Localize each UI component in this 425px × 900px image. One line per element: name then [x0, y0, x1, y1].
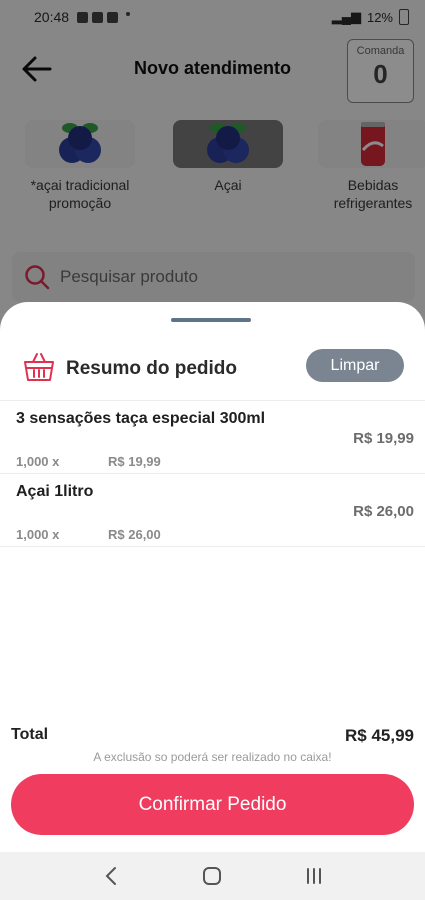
sheet-drag-handle[interactable]: [171, 318, 251, 322]
item-total: R$ 19,99: [353, 430, 414, 447]
item-name: 3 sensações taça especial 300ml: [16, 410, 266, 427]
item-unit-price: R$ 19,99: [108, 454, 161, 469]
total-label: Total: [11, 726, 49, 743]
item-quantity: 1,000 x: [16, 527, 60, 542]
item-unit-price: R$ 26,00: [108, 527, 161, 542]
total-value: R$ 45,99: [345, 726, 414, 745]
nav-home-icon[interactable]: [197, 861, 227, 891]
item-name: Açai 1litro: [16, 483, 94, 500]
order-item[interactable]: 3 sensações taça especial 300ml R$ 19,99…: [0, 401, 425, 474]
order-item-list: 3 sensações taça especial 300ml R$ 19,99…: [0, 400, 425, 547]
system-nav-bar: [0, 852, 425, 900]
clear-button[interactable]: Limpar: [306, 349, 404, 382]
sheet-title: Resumo do pedido: [66, 358, 237, 379]
item-total: R$ 26,00: [353, 503, 414, 520]
basket-icon: [24, 353, 54, 381]
nav-back-icon[interactable]: [96, 861, 126, 891]
item-quantity: 1,000 x: [16, 454, 60, 469]
order-summary-sheet: Resumo do pedido Limpar 3 sensações taça…: [0, 302, 425, 852]
order-item[interactable]: Açai 1litro R$ 26,00 1,000 x R$ 26,00: [0, 474, 425, 547]
sheet-header: Resumo do pedido Limpar: [0, 346, 425, 390]
confirm-order-button[interactable]: Confirmar Pedido: [11, 774, 414, 835]
nav-recents-icon[interactable]: [299, 861, 329, 891]
deletion-notice: A exclusão so poderá ser realizado no ca…: [93, 750, 332, 764]
